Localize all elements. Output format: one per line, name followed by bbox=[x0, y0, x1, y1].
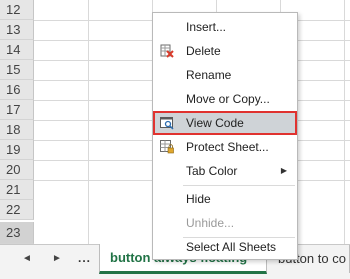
row-header-14[interactable]: 14 bbox=[0, 40, 34, 60]
sheet-tab-context-menu: Insert... Delete Rename Move or Copy... … bbox=[152, 12, 298, 260]
menu-item-label: Protect Sheet... bbox=[186, 140, 269, 154]
more-tabs-ellipsis[interactable]: ... bbox=[78, 251, 91, 265]
row-header-16[interactable]: 16 bbox=[0, 80, 34, 100]
row-header-15[interactable]: 15 bbox=[0, 60, 34, 80]
menu-item-hide[interactable]: Hide bbox=[153, 187, 297, 211]
menu-item-delete[interactable]: Delete bbox=[153, 39, 297, 63]
menu-item-tab-color[interactable]: Tab Color ▶ bbox=[153, 159, 297, 183]
submenu-arrow-icon: ▶ bbox=[280, 166, 287, 175]
menu-item-label: Hide bbox=[186, 192, 211, 206]
menu-item-label: Move or Copy... bbox=[186, 92, 270, 106]
menu-item-move-copy[interactable]: Move or Copy... bbox=[153, 87, 297, 111]
scroll-tabs-right-icon[interactable]: ► bbox=[52, 253, 62, 264]
scroll-tabs-left-icon[interactable]: ◄ bbox=[22, 253, 32, 264]
row-header-12[interactable]: 12 bbox=[0, 0, 34, 20]
gridline bbox=[88, 0, 89, 244]
menu-item-label: Unhide... bbox=[186, 216, 235, 230]
menu-item-label: Rename bbox=[186, 68, 232, 82]
menu-item-protect-sheet[interactable]: Protect Sheet... bbox=[153, 135, 297, 159]
row-header-23[interactable]: 23 bbox=[0, 222, 34, 244]
row-header-19[interactable]: 19 bbox=[0, 140, 34, 160]
row-header-21[interactable]: 21 bbox=[0, 180, 34, 200]
menu-item-select-all-sheets[interactable]: Select All Sheets bbox=[153, 235, 297, 259]
menu-item-label: View Code bbox=[186, 116, 244, 130]
menu-item-label: Select All Sheets bbox=[186, 240, 277, 254]
menu-item-view-code[interactable]: View Code bbox=[153, 111, 297, 135]
delete-sheet-icon bbox=[160, 44, 174, 58]
row-header-17[interactable]: 17 bbox=[0, 100, 34, 120]
menu-item-label: Delete bbox=[186, 44, 221, 58]
menu-separator bbox=[183, 185, 295, 186]
row-header-20[interactable]: 20 bbox=[0, 160, 34, 180]
menu-item-rename[interactable]: Rename bbox=[153, 63, 297, 87]
protect-sheet-icon bbox=[160, 140, 174, 154]
menu-item-label: Insert... bbox=[186, 20, 227, 34]
view-code-icon bbox=[160, 117, 174, 130]
menu-item-insert[interactable]: Insert... bbox=[153, 15, 297, 39]
gridline bbox=[344, 0, 345, 244]
row-header-18[interactable]: 18 bbox=[0, 120, 34, 140]
row-header-13[interactable]: 13 bbox=[0, 20, 34, 40]
menu-item-unhide: Unhide... bbox=[153, 211, 297, 235]
row-header-22[interactable]: 22 bbox=[0, 200, 34, 220]
menu-item-label: Tab Color bbox=[186, 164, 238, 178]
